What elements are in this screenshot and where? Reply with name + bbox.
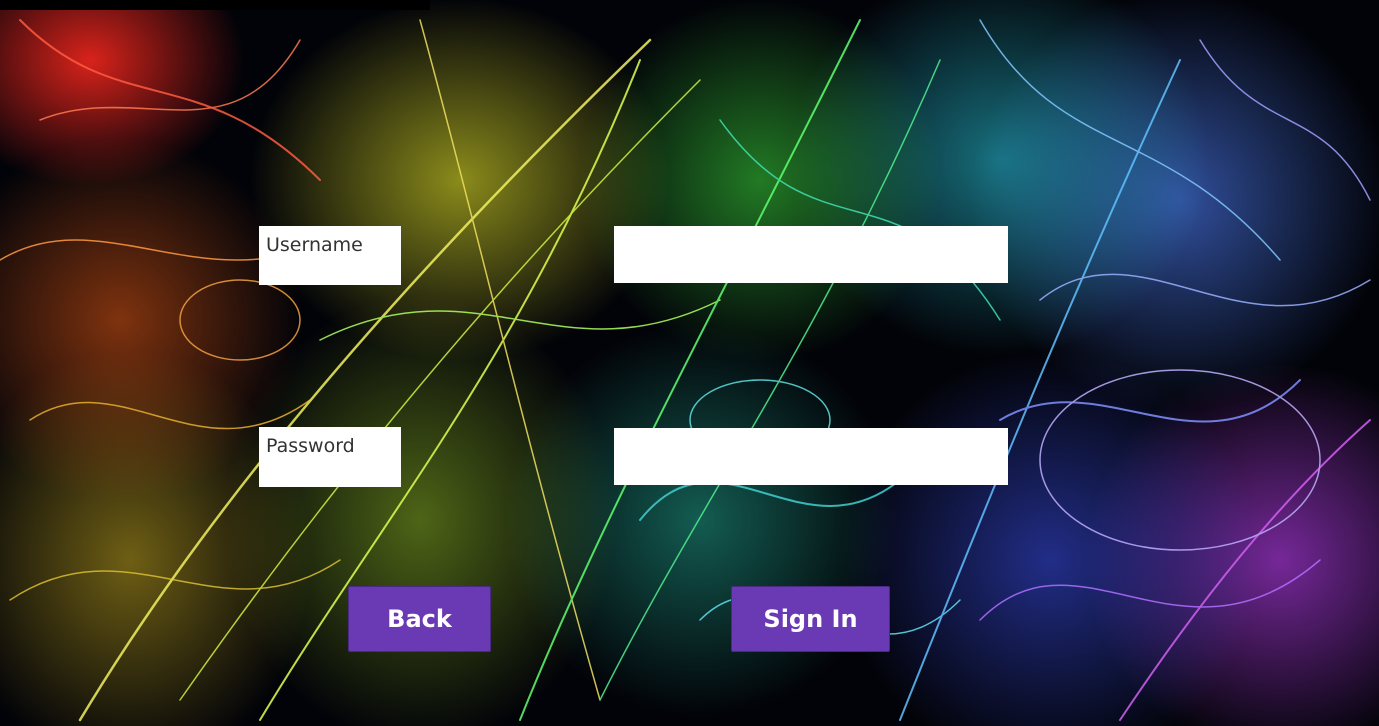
sign-in-button[interactable]: Sign In xyxy=(731,586,890,652)
back-button[interactable]: Back xyxy=(348,586,491,652)
password-label: Password xyxy=(259,427,401,487)
username-input[interactable] xyxy=(614,226,1008,283)
username-label: Username xyxy=(259,226,401,285)
login-window: Username Password Back Sign In xyxy=(0,0,1379,726)
window-top-edge xyxy=(0,0,430,10)
password-input[interactable] xyxy=(614,428,1008,485)
abstract-background xyxy=(0,19,1371,722)
